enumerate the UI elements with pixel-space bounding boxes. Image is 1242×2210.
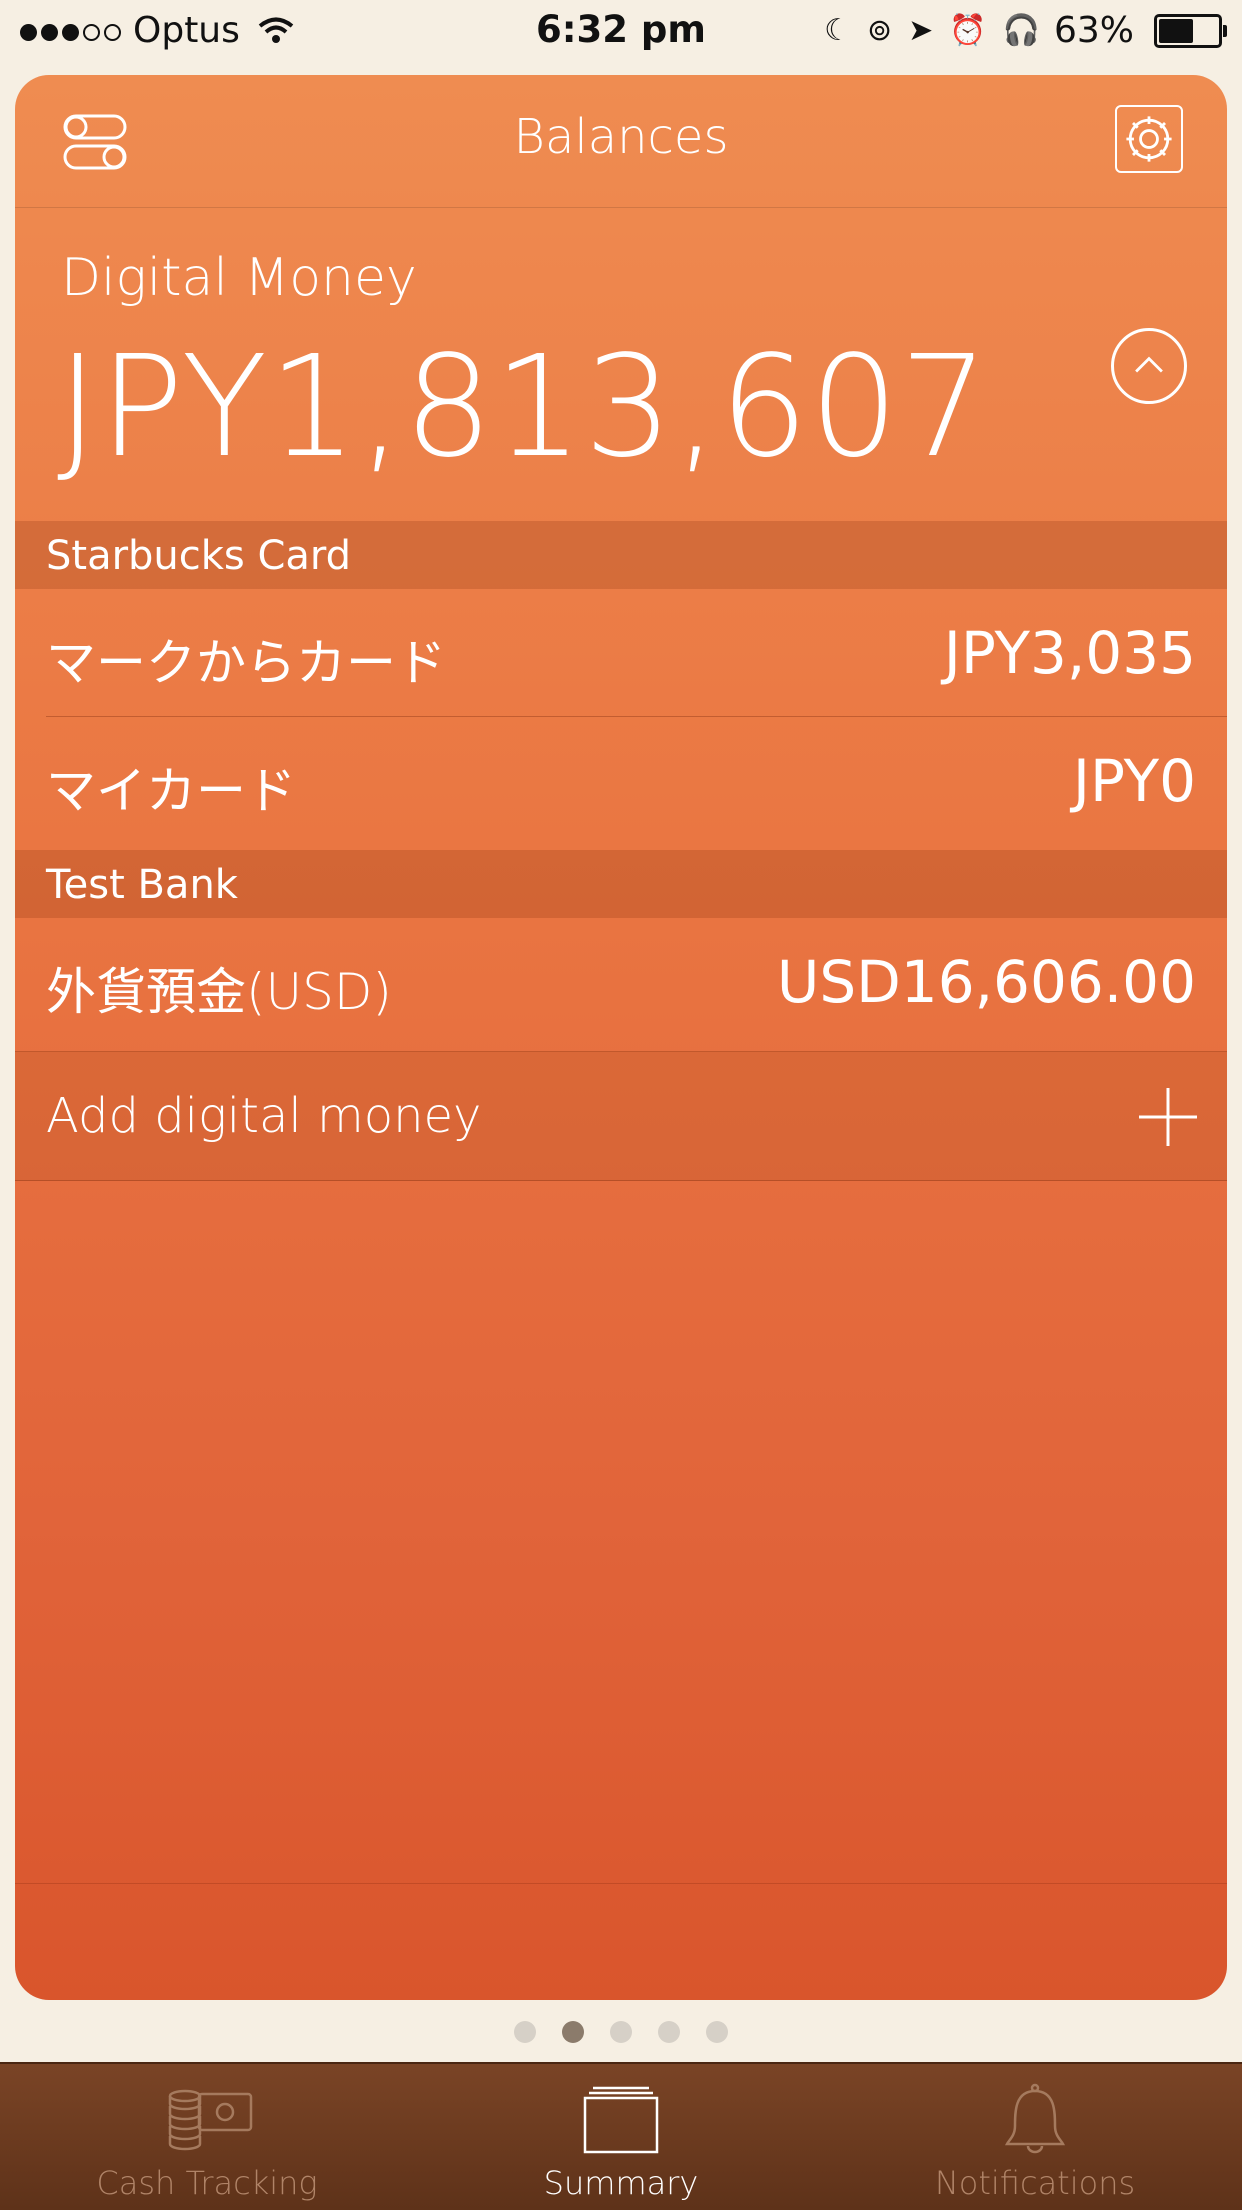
section-title: Starbucks Card bbox=[46, 533, 352, 579]
rotation-lock-icon: ⊚ bbox=[866, 13, 893, 48]
page-indicator[interactable] bbox=[0, 2021, 1242, 2047]
headphones-icon: 🎧 bbox=[1002, 13, 1040, 48]
section-header-test-bank: Test Bank bbox=[15, 850, 1227, 918]
add-digital-money-button[interactable]: Add digital money bbox=[15, 1051, 1227, 1181]
tab-label: Notifications bbox=[934, 2164, 1136, 2202]
nav-bar: Balances bbox=[15, 75, 1227, 208]
alarm-icon: ⏰ bbox=[949, 13, 987, 48]
total-amount: JPY1,813,607 bbox=[57, 326, 990, 489]
item-value: USD16,606.00 bbox=[776, 948, 1196, 1016]
page-dot[interactable] bbox=[562, 2021, 584, 2043]
page-title: Balances bbox=[513, 109, 729, 165]
divider bbox=[15, 1883, 1227, 1884]
status-bar: Optus 6:32 pm ☾ ⊚ ➤ ⏰ 🎧 63% bbox=[0, 0, 1242, 64]
item-name: マイカード bbox=[46, 762, 296, 820]
plus-icon bbox=[1139, 1088, 1197, 1146]
location-icon: ➤ bbox=[908, 13, 934, 48]
tab-summary[interactable]: Summary bbox=[414, 2064, 828, 2210]
list-item[interactable]: マークからカード JPY3,035 bbox=[15, 589, 1227, 717]
section-header-starbucks: Starbucks Card bbox=[15, 521, 1227, 589]
item-name: 外貨預金(USD) bbox=[46, 963, 392, 1021]
list-item[interactable]: 外貨預金(USD) USD16,606.00 bbox=[15, 918, 1227, 1046]
page-dot[interactable] bbox=[658, 2021, 680, 2043]
page-dot[interactable] bbox=[706, 2021, 728, 2043]
list-item[interactable]: マイカード JPY0 bbox=[15, 717, 1227, 845]
battery-percent: 63% bbox=[1053, 10, 1134, 51]
collapse-chevron-icon[interactable] bbox=[1111, 328, 1187, 404]
moon-icon: ☾ bbox=[824, 13, 851, 48]
total-summary: Digital Money JPY1,813,607 bbox=[15, 208, 1227, 521]
summary-label: Digital Money bbox=[61, 248, 417, 308]
cash-icon bbox=[168, 2089, 253, 2151]
add-label: Add digital money bbox=[46, 1088, 482, 1144]
tab-cash-tracking[interactable]: Cash Tracking bbox=[0, 2064, 414, 2210]
tab-bar: Cash Tracking Summary Notifications bbox=[0, 2062, 1242, 2210]
item-value: JPY0 bbox=[1072, 747, 1196, 815]
page-dot[interactable] bbox=[514, 2021, 536, 2043]
page-dot[interactable] bbox=[610, 2021, 632, 2043]
tab-label: Summary bbox=[543, 2164, 699, 2202]
battery-icon bbox=[1154, 13, 1227, 48]
balances-card: Balances Digital Money JPY1,813,607 Star… bbox=[15, 75, 1227, 2000]
item-value: JPY3,035 bbox=[943, 619, 1196, 687]
tab-notifications[interactable]: Notifications bbox=[828, 2064, 1242, 2210]
section-title: Test Bank bbox=[46, 862, 238, 908]
item-name: マークからカード bbox=[46, 634, 446, 692]
bell-icon bbox=[1004, 2083, 1066, 2154]
tab-label: Cash Tracking bbox=[96, 2164, 318, 2202]
vault-settings-icon[interactable] bbox=[1115, 105, 1183, 173]
cards-icon bbox=[583, 2086, 659, 2154]
